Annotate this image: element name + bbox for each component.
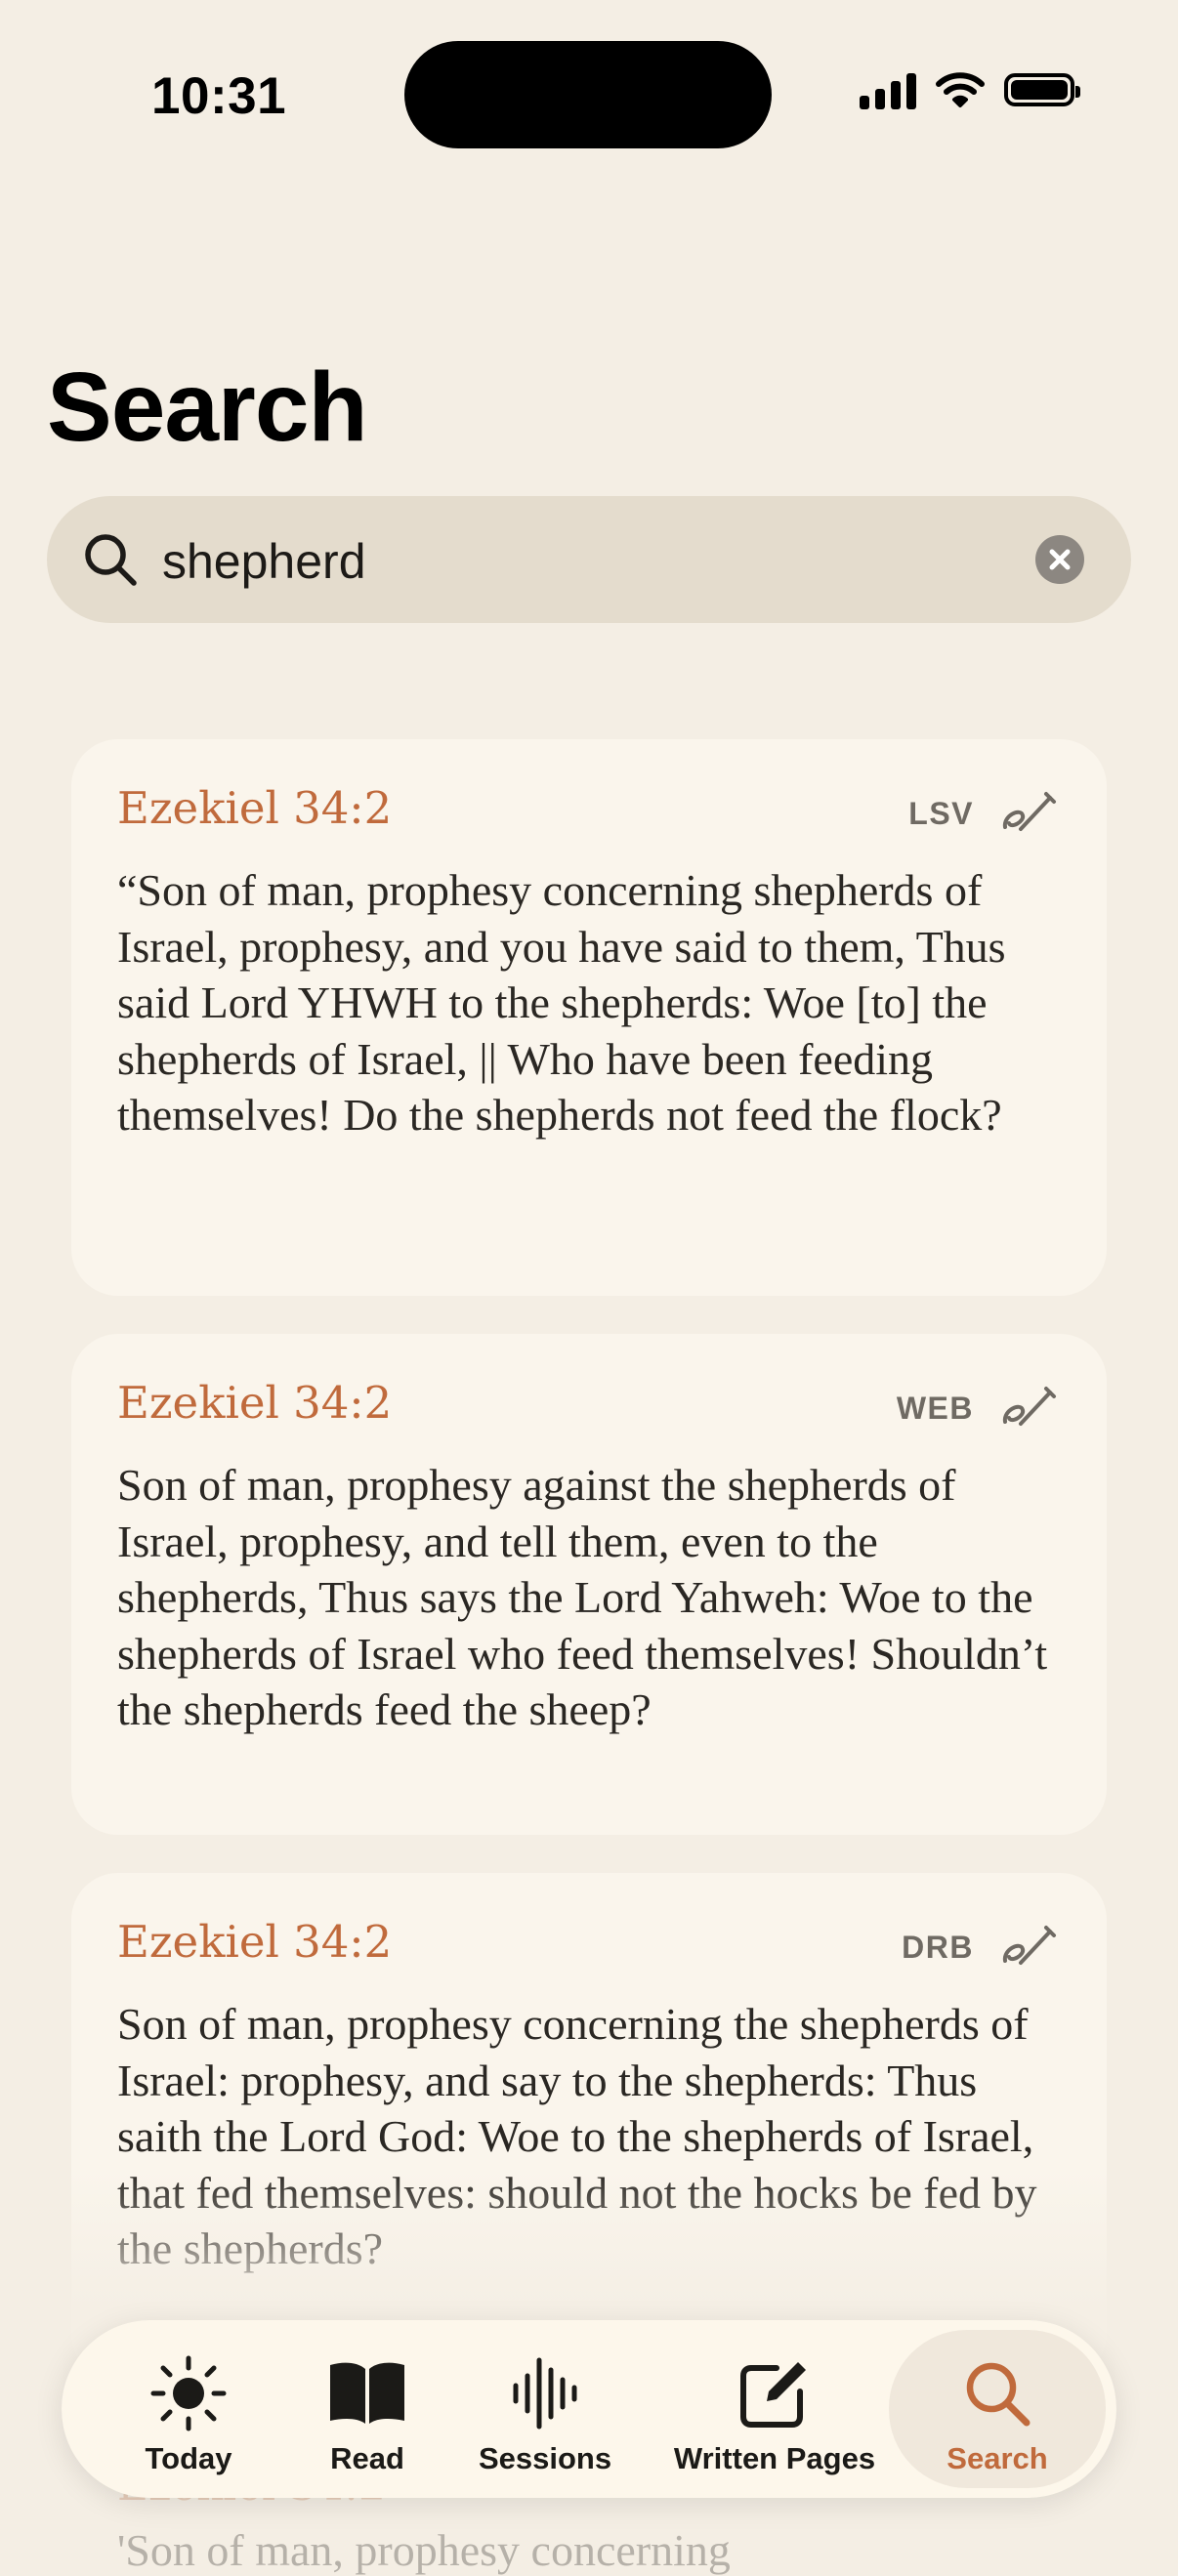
clear-icon	[1049, 549, 1071, 570]
partial-verse-text: 'Son of man, prophesy concerning	[117, 2525, 731, 2575]
verse-reference[interactable]: Ezekiel 34:2	[117, 1916, 392, 1968]
search-input[interactable]: shepherd	[162, 533, 366, 590]
page-title: Search	[47, 353, 368, 462]
tab-bar: Today Read Sessions Written Pages Search	[62, 2320, 1116, 2498]
dynamic-island	[404, 41, 772, 148]
tab-read[interactable]: Read	[304, 2320, 431, 2498]
version-badge: WEB	[896, 1391, 974, 1426]
result-card[interactable]: Ezekiel 34:2 WEB Son of man, prophesy ag…	[71, 1334, 1107, 1835]
battery-icon	[1004, 73, 1080, 106]
book-icon	[330, 2362, 404, 2424]
wifi-icon	[936, 72, 985, 107]
write-icon[interactable]	[999, 1924, 1058, 1967]
write-icon[interactable]	[999, 1385, 1058, 1428]
clear-search-button[interactable]	[1035, 535, 1084, 584]
search-bar[interactable]: shepherd	[47, 496, 1131, 623]
tab-today[interactable]: Today	[115, 2320, 262, 2498]
version-badge: DRB	[902, 1930, 974, 1965]
write-icon[interactable]	[999, 790, 1058, 833]
cellular-signal-icon	[860, 70, 916, 109]
tab-sessions[interactable]: Sessions	[472, 2320, 618, 2498]
tab-label: Search	[947, 2441, 1048, 2475]
search-icon	[966, 2362, 1031, 2427]
compose-icon	[740, 2362, 806, 2428]
status-icons	[860, 70, 1080, 109]
status-time: 10:31	[151, 67, 287, 125]
verse-text: Son of man, prophesy against the shepher…	[117, 1460, 1048, 1734]
waveform-icon	[513, 2357, 577, 2430]
verse-reference[interactable]: Ezekiel 34:2	[117, 1377, 392, 1429]
version-badge: LSV	[908, 796, 974, 831]
sun-icon	[150, 2355, 227, 2431]
tab-search[interactable]: Search	[889, 2330, 1106, 2488]
tab-label: Written Pages	[673, 2441, 876, 2475]
verse-reference[interactable]: Ezekiel 34:2	[117, 782, 392, 834]
tab-label: Today	[145, 2441, 232, 2475]
result-card[interactable]: Ezekiel 34:2 LSV “Son of man, prophesy c…	[71, 739, 1107, 1296]
verse-text: “Son of man, prophesy concerning shepher…	[117, 865, 1006, 1140]
tab-written-pages[interactable]: Written Pages	[667, 2320, 882, 2498]
tab-label: Read	[330, 2441, 404, 2475]
search-icon	[85, 534, 137, 586]
tab-label: Sessions	[478, 2441, 612, 2475]
